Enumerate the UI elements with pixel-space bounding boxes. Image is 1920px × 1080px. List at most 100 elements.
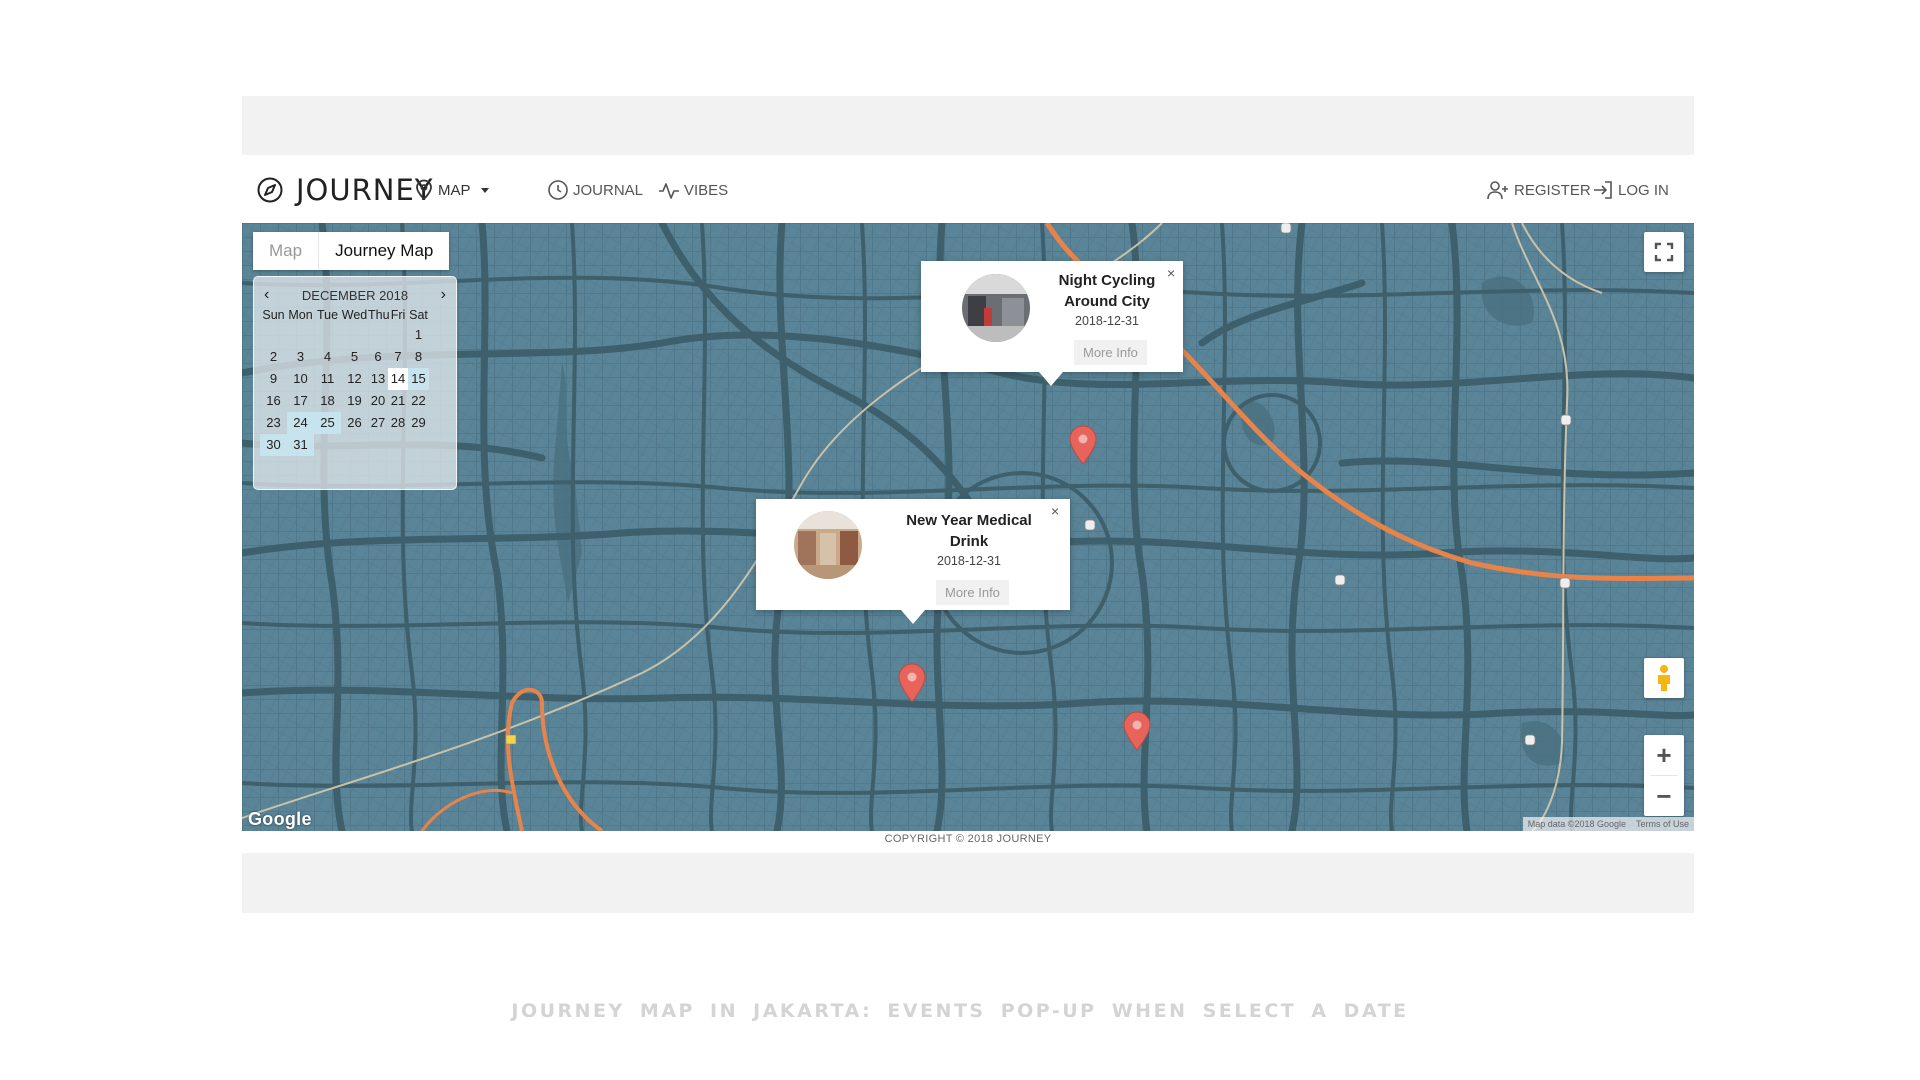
brand-name: JOURNEY [296,173,434,207]
map-marker-icon[interactable] [1122,711,1152,751]
calendar-day[interactable]: 27 [368,412,388,434]
calendar-day[interactable]: 8 [408,346,429,368]
calendar-day[interactable]: 22 [408,390,429,412]
zoom-out-button[interactable]: − [1644,776,1684,816]
nav-journal[interactable]: JOURNAL [547,179,643,201]
close-icon[interactable]: × [1051,503,1059,519]
calendar-day[interactable]: 23 [260,412,287,434]
calendar-day[interactable]: 20 [368,390,388,412]
calendar-day[interactable]: 21 [388,390,408,412]
event-date: 2018-12-31 [937,554,1001,568]
calendar-day[interactable]: 3 [287,346,314,368]
map-marker-icon[interactable] [1068,425,1098,465]
chevron-down-icon [480,187,489,193]
calendar-weekday: Mon [288,308,313,322]
nav-map-dropdown[interactable]: MAP [414,179,489,201]
app-frame: JOURNEY MAP JOURNAL VIBES REGISTER LOG I… [242,96,1694,913]
street-view-button[interactable] [1644,658,1684,698]
event-thumbnail [962,274,1030,342]
calendar-empty-cell [408,434,429,456]
calendar-empty-cell [341,434,368,456]
google-logo: Google [248,809,312,829]
calendar-empty-cell [388,434,408,456]
calendar-month-label: DECEMBER 2018 [301,287,409,303]
map-type-map-tab[interactable]: Map [253,232,318,270]
calendar-day[interactable]: 4 [314,346,341,368]
calendar-day[interactable]: 26 [341,412,368,434]
calendar-day[interactable]: 16 [260,390,287,412]
log-in-icon [1594,181,1612,199]
map-marker-icon[interactable] [897,663,927,703]
calendar-weekday: Sat [409,308,428,322]
event-popup-night-cycling: Night Cycling Around City 2018-12-31 Mor… [921,261,1183,386]
calendar-empty-cell [368,324,388,346]
calendar-day[interactable]: 11 [314,368,341,390]
calendar-day[interactable]: 30 [260,434,287,456]
calendar-empty-cell [314,324,341,346]
calendar-day[interactable]: 2 [260,346,287,368]
fullscreen-icon [1654,242,1674,262]
more-info-button[interactable]: More Info [936,580,1009,605]
calendar-day[interactable]: 17 [287,390,314,412]
event-title: New Year Medical Drink [906,512,1032,550]
calendar-day[interactable]: 14 [388,368,408,390]
map-type-switcher: Map Journey Map [253,232,450,270]
calendar-day[interactable]: 5 [341,346,368,368]
calendar-day[interactable]: 6 [368,346,388,368]
date-picker-calendar: ‹ DECEMBER 2018 › Sun Mon Tue Wed Thu Fri Sat 1… [253,276,457,490]
event-date: 2018-12-31 [1075,314,1139,328]
calendar-day[interactable]: 1 [408,324,429,346]
calendar-weekday: Thu [368,308,390,322]
pegman-icon [1658,665,1670,691]
nav-vibes-label: VIBES [684,181,729,199]
calendar-empty-cell [368,434,388,456]
calendar-day[interactable]: 15 [408,368,429,390]
calendar-day[interactable]: 9 [260,368,287,390]
calendar-day[interactable]: 10 [287,368,314,390]
more-info-button[interactable]: More Info [1074,340,1147,365]
nav-register[interactable]: REGISTER [1486,179,1591,201]
calendar-empty-cell [314,434,341,456]
calendar-next-button[interactable]: › [441,286,446,304]
brand[interactable]: JOURNEY [256,173,434,207]
calendar-header: ‹ DECEMBER 2018 › [260,285,450,305]
popup-tail [1039,372,1063,386]
nav-login[interactable]: LOG IN [1592,179,1669,201]
calendar-day[interactable]: 28 [388,412,408,434]
terms-of-use-link[interactable]: Terms of Use [1631,817,1694,831]
calendar-grid: Sun Mon Tue Wed Thu Fri Sat 1 2 3 4 5 6 7 8 9 10 11 12 13 14… [260,306,450,456]
user-plus-icon [1487,181,1508,200]
calendar-day[interactable]: 24 [287,412,314,434]
top-band [242,96,1694,155]
calendar-empty-cell [388,324,408,346]
calendar-weekday: Tue [316,308,339,322]
bottom-band [242,853,1694,913]
calendar-day[interactable]: 13 [368,368,388,390]
nav-vibes[interactable]: VIBES [658,179,728,201]
calendar-day[interactable]: 7 [388,346,408,368]
calendar-day[interactable]: 25 [314,412,341,434]
calendar-day[interactable]: 19 [341,390,368,412]
calendar-weekday: Wed [341,308,368,322]
nav-login-label: LOG IN [1618,181,1669,199]
calendar-empty-cell [287,324,314,346]
map-canvas[interactable]: Map Journey Map ‹ DECEMBER 2018 › Sun Mon… [242,223,1694,831]
calendar-empty-cell [341,324,368,346]
nav-register-label: REGISTER [1514,181,1591,199]
zoom-in-button[interactable]: + [1644,735,1684,775]
map-type-journey-tab[interactable]: Journey Map [318,232,449,270]
calendar-day[interactable]: 18 [314,390,341,412]
calendar-day[interactable]: 12 [341,368,368,390]
nav-map-label: MAP [438,181,471,199]
close-icon[interactable]: × [1167,265,1175,281]
calendar-weekday: Fri [390,308,406,322]
event-thumbnail [794,511,862,579]
clock-icon [548,180,568,200]
fullscreen-button[interactable] [1644,232,1684,272]
calendar-prev-button[interactable]: ‹ [264,286,269,304]
calendar-day[interactable]: 29 [408,412,429,434]
calendar-weekday: Sun [262,308,285,322]
calendar-day[interactable]: 31 [287,434,314,456]
zoom-control: + − [1644,735,1684,816]
popup-tail [901,610,925,624]
